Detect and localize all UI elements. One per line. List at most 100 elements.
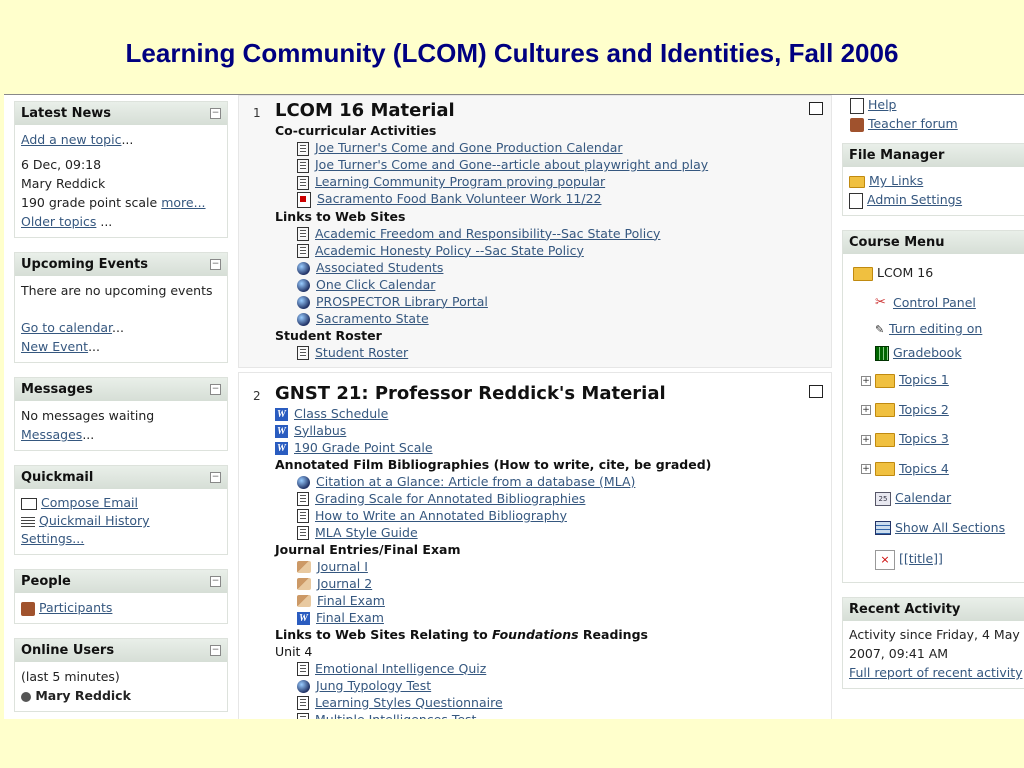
resource-link[interactable]: One Click Calendar	[316, 277, 435, 292]
document-icon	[297, 526, 309, 540]
section-number: 2	[253, 388, 261, 403]
resource-item: W Class Schedule	[275, 405, 831, 422]
section-label: Links to Web Sites	[275, 208, 406, 224]
calendar-icon: 25	[875, 491, 891, 506]
resource-link[interactable]: Citation at a Glance: Article from a dat…	[316, 474, 635, 489]
collapse-toggle-icon[interactable]: −	[210, 645, 221, 656]
word-doc-icon: W	[275, 424, 288, 438]
resource-link[interactable]: PROSPECTOR Library Portal	[316, 294, 488, 309]
resource-item: Joe Turner's Come and Gone--article abou…	[275, 156, 831, 173]
resource-item: Associated Students	[275, 259, 831, 276]
resource-item: MLA Style Guide	[275, 524, 831, 541]
expand-icon[interactable]: +	[861, 464, 871, 474]
my-links-link[interactable]: My Links	[869, 173, 923, 188]
collapse-toggle-icon[interactable]: −	[210, 384, 221, 395]
section-title: GNST 21: Professor Reddick's Material	[275, 382, 666, 404]
resource-link[interactable]: Academic Freedom and Responsibility--Sac…	[315, 226, 660, 241]
resource-link[interactable]: Associated Students	[316, 260, 443, 275]
resource-link[interactable]: Joe Turner's Come and Gone--article abou…	[315, 157, 708, 172]
document-icon	[297, 696, 309, 710]
expand-icon[interactable]: +	[861, 434, 871, 445]
expand-icon[interactable]: +	[861, 405, 871, 415]
block-title: Quickmail	[21, 470, 94, 485]
resource-link[interactable]: MLA Style Guide	[315, 525, 418, 540]
latest-news-block: Latest News − Add a new topic... 6 Dec, …	[14, 101, 228, 238]
admin-settings-link[interactable]: Admin Settings	[867, 192, 962, 207]
broken-image-icon: ×	[875, 549, 895, 570]
resource-item: Sacramento State	[275, 310, 831, 327]
full-report-link[interactable]: Full report of recent activity	[849, 665, 1023, 680]
web-link-icon	[297, 679, 310, 693]
open-folder-icon	[853, 266, 873, 281]
title-link[interactable]: [[title]]	[899, 551, 943, 566]
resource-link[interactable]: Journal 2	[317, 576, 372, 591]
course-name[interactable]: LCOM 16	[877, 265, 933, 280]
resource-item: Multiple Intelligences Test	[275, 711, 831, 720]
resource-link[interactable]: Student Roster	[315, 345, 408, 360]
resource-link[interactable]: Final Exam	[317, 593, 385, 608]
new-event-link[interactable]: New Event	[21, 339, 88, 354]
participants-icon	[21, 601, 35, 616]
expand-icon[interactable]: +	[861, 375, 871, 386]
file-manager-block: File Manager My Links Admin Settings	[842, 143, 1024, 216]
block-header: Upcoming Events −	[15, 253, 227, 276]
assignment-icon	[297, 595, 311, 607]
resource-item: Student Roster	[275, 344, 831, 361]
resource-link[interactable]: Sacramento Food Bank Volunteer Work 11/2…	[317, 191, 602, 206]
document-icon	[297, 492, 309, 506]
resource-link[interactable]: Multiple Intelligences Test	[315, 712, 476, 720]
section-checkbox[interactable]	[809, 384, 823, 398]
resource-item: Sacramento Food Bank Volunteer Work 11/2…	[275, 190, 831, 208]
collapse-toggle-icon[interactable]: −	[210, 259, 221, 270]
messages-link[interactable]: Messages	[21, 427, 82, 442]
quickmail-settings-link[interactable]: Settings...	[21, 531, 84, 546]
resource-link[interactable]: 190 Grade Point Scale	[294, 440, 433, 455]
news-more-link[interactable]: more...	[161, 195, 205, 210]
document-icon	[297, 509, 309, 523]
topics-2-link[interactable]: Topics 2	[899, 402, 949, 417]
resource-link[interactable]: Grading Scale for Annotated Bibliographi…	[315, 491, 585, 506]
compose-email-link[interactable]: Compose Email	[41, 495, 138, 510]
collapse-toggle-icon[interactable]: −	[210, 472, 221, 483]
assignment-icon	[297, 561, 311, 573]
resource-item: Academic Honesty Policy --Sac State Poli…	[275, 242, 831, 259]
quickmail-history-link[interactable]: Quickmail History	[39, 513, 150, 528]
resource-link[interactable]: Learning Styles Questionnaire	[315, 695, 503, 710]
resource-link[interactable]: Journal I	[317, 559, 368, 574]
resource-link[interactable]: Class Schedule	[294, 406, 388, 421]
collapse-toggle-icon[interactable]: −	[210, 108, 221, 119]
no-messages-text: No messages waiting	[21, 408, 155, 423]
resource-link[interactable]: How to Write an Annotated Bibliography	[315, 508, 567, 523]
topics-4-link[interactable]: Topics 4	[899, 461, 949, 476]
forum-icon	[850, 117, 864, 132]
resource-link[interactable]: Jung Typology Test	[316, 678, 431, 693]
participants-link[interactable]: Participants	[39, 600, 112, 615]
resource-link[interactable]: Sacramento State	[316, 311, 429, 326]
resource-link[interactable]: Joe Turner's Come and Gone Production Ca…	[315, 140, 623, 155]
topics-1-link[interactable]: Topics 1	[899, 372, 949, 387]
section-number: 1	[253, 106, 261, 120]
resource-link[interactable]: Academic Honesty Policy --Sac State Poli…	[315, 243, 584, 258]
go-to-calendar-link[interactable]: Go to calendar	[21, 320, 112, 335]
show-all-sections-link[interactable]: Show All Sections	[895, 520, 1005, 535]
section-title: LCOM 16 Material	[275, 100, 455, 121]
calendar-link[interactable]: Calendar	[895, 490, 951, 505]
control-panel-link[interactable]: Control Panel	[893, 295, 976, 310]
collapse-toggle-icon[interactable]: −	[210, 576, 221, 587]
topics-3-link[interactable]: Topics 3	[899, 431, 949, 446]
resource-link[interactable]: Final Exam	[316, 610, 384, 625]
turn-editing-on-link[interactable]: Turn editing on	[889, 321, 982, 336]
resource-link[interactable]: Syllabus	[294, 423, 346, 438]
older-topics-link[interactable]: Older topics	[21, 214, 96, 229]
gradebook-link[interactable]: Gradebook	[893, 345, 962, 360]
resource-item: Academic Freedom and Responsibility--Sac…	[275, 225, 831, 242]
section-checkbox[interactable]	[809, 102, 823, 115]
tools-icon: ✂	[875, 295, 886, 310]
folder-icon	[874, 432, 895, 447]
resource-link[interactable]: Learning Community Program proving popul…	[315, 174, 605, 189]
online-user-name[interactable]: Mary Reddick	[35, 688, 131, 703]
help-link[interactable]: Help	[868, 97, 897, 112]
resource-link[interactable]: Emotional Intelligence Quiz	[315, 661, 486, 676]
add-topic-link[interactable]: Add a new topic	[21, 132, 121, 147]
teacher-forum-link[interactable]: Teacher forum	[868, 116, 958, 131]
